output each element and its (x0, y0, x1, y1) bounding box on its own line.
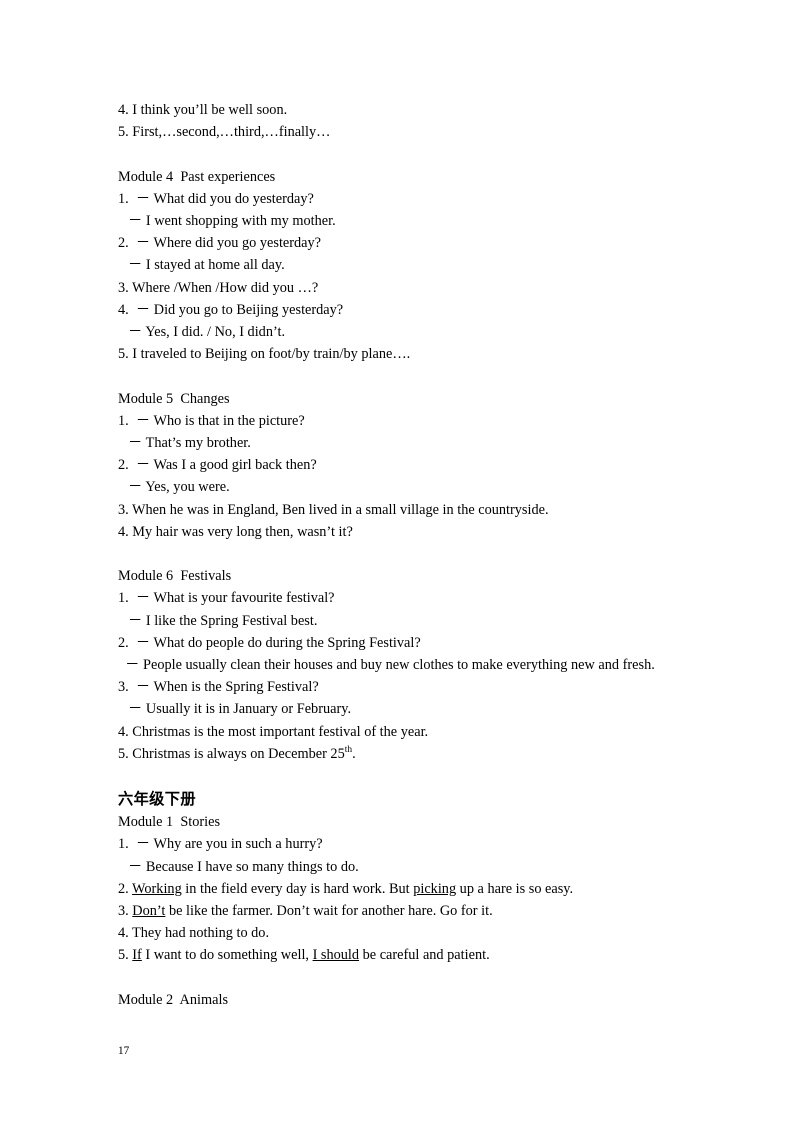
sentence-line: 3. When he was in England, Ben lived in … (118, 501, 549, 518)
sentence-line: － Yes, you were. (128, 479, 230, 496)
sentence-line: 5. First,…second,…third,…finally… (118, 124, 331, 141)
sentence-text: 5. (118, 947, 133, 964)
sentence-line: 3. Don’t be like the farmer. Don’t wait … (118, 900, 676, 922)
sentence-line: 5. Christmas is always on December 25th. (118, 743, 676, 765)
sentence-text: be like the farmer. Don’t wait for anoth… (165, 903, 493, 920)
sentence-line: 2. － Was I a good girl back then? (118, 457, 317, 474)
underlined-phrase: I should (312, 947, 360, 964)
module-heading: Module 5 Changes (118, 390, 230, 407)
sentence-line: 4. － Did you go to Beijing yesterday? (118, 301, 344, 318)
sentence-line: 5. I traveled to Beijing on foot/by trai… (118, 346, 411, 363)
sentence-line: 2. － What do people do during the Spring… (118, 634, 421, 651)
underlined-phrase: Working (132, 880, 182, 897)
sentence-line: 5. If I want to do something well, I sho… (118, 944, 676, 966)
document-page: 4. I think you’ll be well soon. 5. First,… (0, 0, 794, 1123)
module-heading: Module 1 Stories (118, 814, 221, 831)
sentence-line: 4. I think you’ll be well soon. (118, 102, 288, 118)
sentence-line: 3. － When is the Spring Festival? (118, 679, 319, 696)
sentence-line: 4. Christmas is the most important festi… (118, 723, 429, 740)
sentence-line: 1. － Why are you in such a hurry? (118, 836, 323, 853)
sentence-line: － Yes, I did. / No, I didn’t. (128, 324, 286, 341)
sentence-line: 1. － Who is that in the picture? (118, 412, 305, 429)
module-heading: Module 6 Festivals (118, 568, 232, 585)
sentence-tail: . (352, 745, 356, 762)
sentence-line: － Usually it is in January or February. (128, 701, 352, 718)
page-number: 17 (118, 1045, 130, 1057)
sentence-line: 4. My hair was very long then, wasn’t it… (118, 523, 353, 540)
sentence-text: 5. Christmas is always on December 25 (118, 745, 345, 762)
module-heading: Module 4 Past experiences (118, 168, 276, 185)
sentence-line: － Because I have so many things to do. (128, 858, 359, 875)
sentence-text: be careful and patient. (359, 947, 490, 964)
document-body: 4. I think you’ll be well soon. 5. First,… (118, 99, 676, 1011)
sentence-line: － I like the Spring Festival best. (128, 612, 318, 629)
sentence-line: － That’s my brother. (128, 435, 251, 452)
underlined-phrase: Don’t (132, 903, 166, 920)
sentence-line: 1. － What is your favourite festival? (118, 590, 335, 607)
underlined-phrase: If (132, 947, 142, 964)
sentence-line: － I stayed at home all day. (128, 257, 285, 274)
ordinal-suffix: th (344, 745, 353, 756)
underlined-phrase: picking (413, 880, 457, 897)
sentence-line: 1. － What did you do yesterday? (118, 190, 314, 207)
sentence-line: 2. Working in the field every day is har… (118, 878, 676, 900)
sentence-text: in the field every day is hard work. But (181, 880, 414, 897)
section-heading-cn: 六年级下册 (118, 790, 196, 809)
sentence-text: I want to do something well, (141, 947, 313, 964)
sentence-line: 2. － Where did you go yesterday? (118, 235, 322, 252)
sentence-text: up a hare is so easy. (456, 880, 574, 897)
sentence-line: 4. They had nothing to do. (118, 925, 270, 942)
sentence-text: 3. (118, 903, 133, 920)
sentence-line: 3. Where /When /How did you …? (118, 279, 319, 296)
module-heading: Module 2 Animals (118, 991, 229, 1008)
sentence-text: 2. (118, 880, 133, 897)
sentence-line: － People usually clean their houses and … (118, 657, 655, 674)
sentence-line: － I went shopping with my mother. (128, 213, 336, 229)
